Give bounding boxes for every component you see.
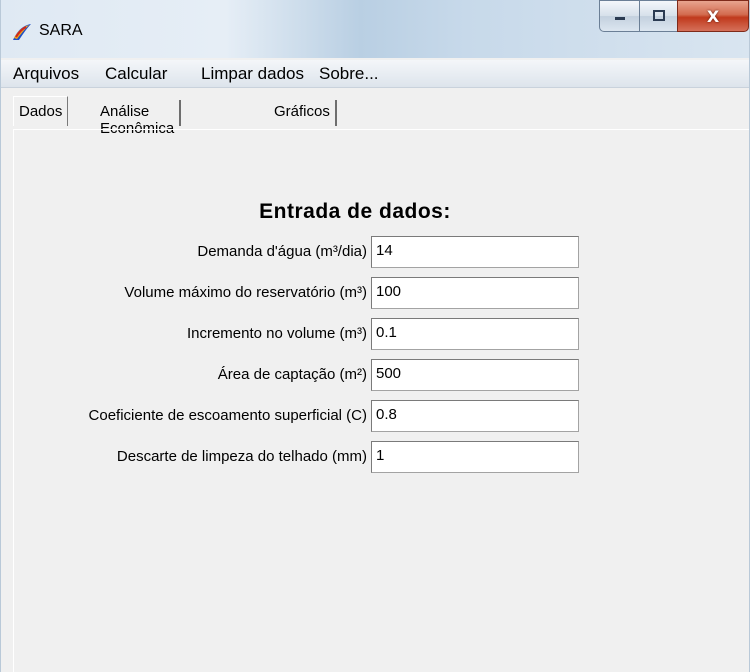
input-descarte[interactable]: 1: [371, 441, 579, 473]
input-coeficiente[interactable]: 0.8: [371, 400, 579, 432]
tab-analise-economica[interactable]: Análise Econômica: [95, 100, 182, 137]
close-icon: X: [706, 6, 720, 26]
menu-limpar-dados[interactable]: Limpar dados: [201, 64, 304, 84]
menu-bar: Arquivos Calcular Limpar dados Sobre...: [1, 60, 749, 88]
input-demanda[interactable]: 14: [371, 236, 579, 268]
caption-buttons: X: [599, 0, 749, 38]
sara-app-icon: [13, 24, 31, 40]
field-label-area-captacao: Área de captação (m²): [217, 366, 367, 383]
field-label-demanda: Demanda d'água (m³/dia): [197, 243, 367, 260]
field-label-incremento: Incremento no volume (m³): [186, 325, 367, 342]
close-button[interactable]: X: [677, 0, 749, 32]
field-label-descarte: Descarte de limpeza do telhado (mm): [116, 448, 367, 465]
main-window: SARA X Arquivos Calcular Limpar dados So…: [0, 0, 750, 672]
form-heading: Entrada de dados:: [259, 200, 451, 223]
menu-sobre[interactable]: Sobre...: [319, 64, 379, 84]
tab-label: Dados: [19, 103, 63, 120]
tab-label: Gráficos: [274, 103, 330, 120]
maximize-button[interactable]: [639, 0, 677, 32]
tab-dados[interactable]: Dados: [13, 96, 69, 126]
minimize-button[interactable]: [599, 0, 639, 32]
minimize-icon: [614, 17, 625, 20]
field-label-volume-maximo: Volume máximo do reservatório (m³): [124, 284, 367, 301]
tab-graficos[interactable]: Gráficos: [269, 100, 337, 126]
menu-arquivos[interactable]: Arquivos: [13, 64, 79, 84]
window-title: SARA: [39, 22, 83, 39]
menu-calcular[interactable]: Calcular: [105, 64, 167, 84]
input-incremento[interactable]: 0.1: [371, 318, 579, 350]
input-volume-maximo[interactable]: 100: [371, 277, 579, 309]
field-label-coeficiente: Coeficiente de escoamento superficial (C…: [88, 407, 367, 424]
maximize-icon: [652, 10, 665, 21]
input-area-captacao[interactable]: 500: [371, 359, 579, 391]
title-bar[interactable]: SARA X: [1, 0, 749, 58]
